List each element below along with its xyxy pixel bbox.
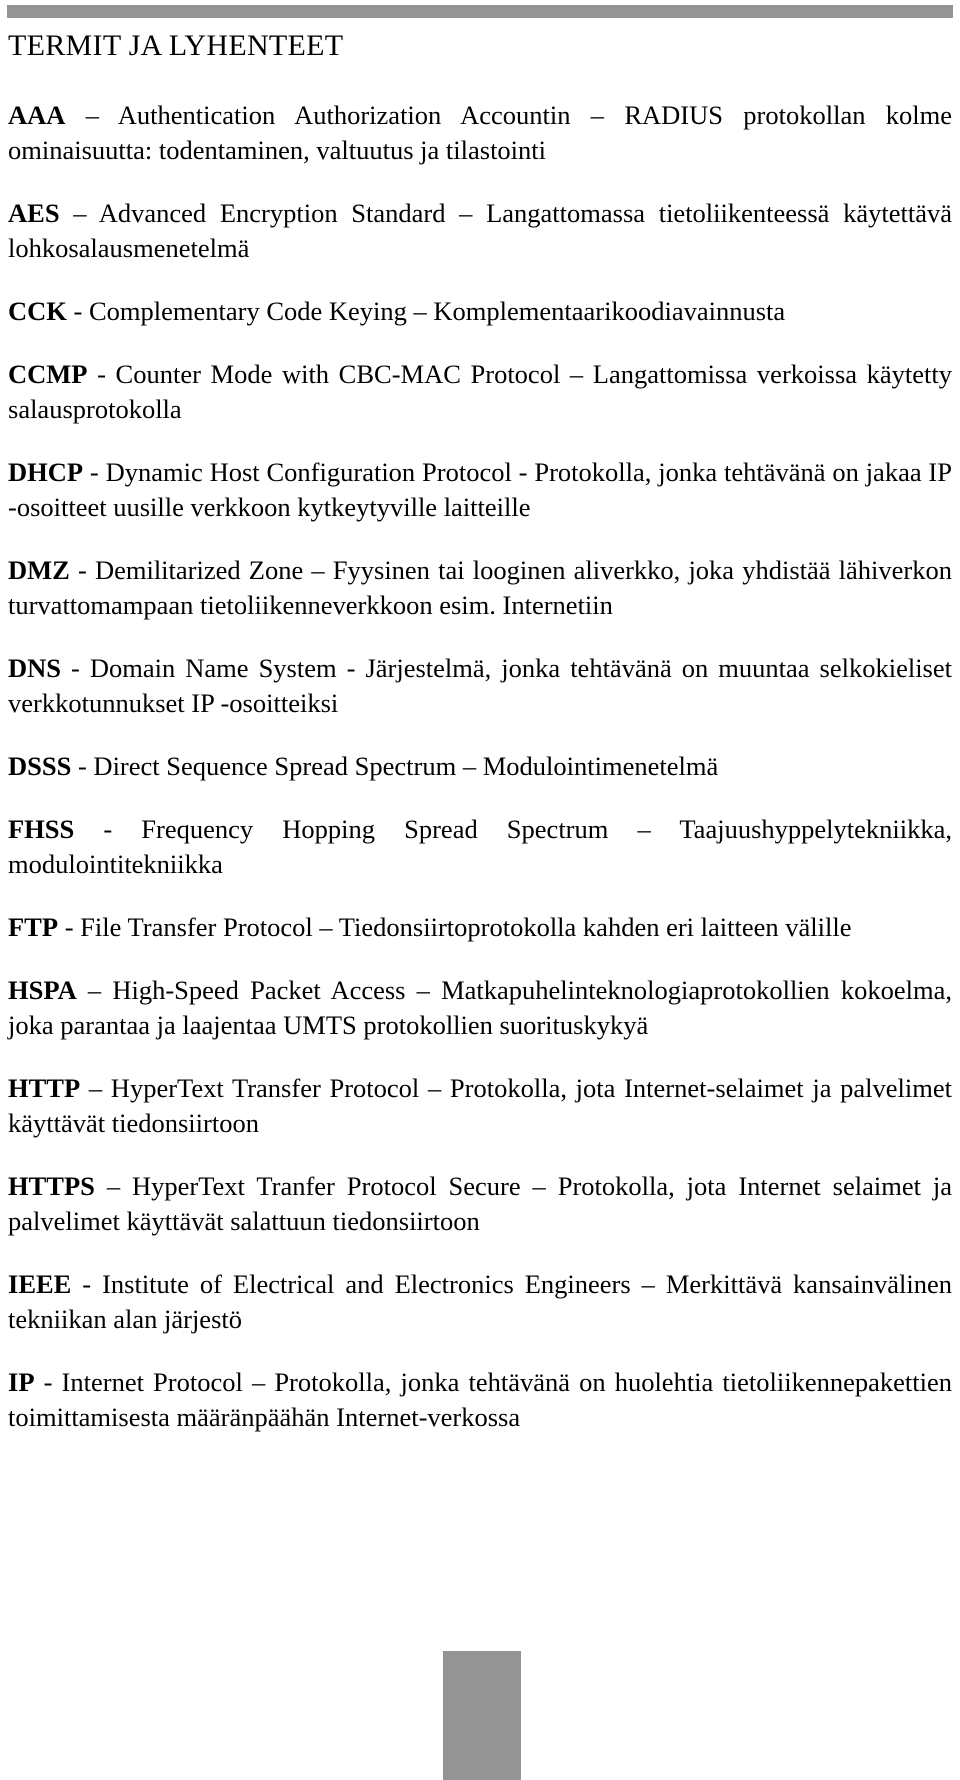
glossary-term: CCK — [8, 296, 67, 326]
glossary-entry: IEEE - Institute of Electrical and Elect… — [8, 1267, 952, 1337]
glossary-term: AES — [8, 198, 60, 228]
glossary-term: IEEE — [8, 1269, 72, 1299]
glossary-entry: IP - Internet Protocol – Protokolla, jon… — [8, 1365, 952, 1435]
glossary-definition: - Dynamic Host Configuration Protocol - … — [8, 457, 952, 522]
glossary-definition: - Institute of Electrical and Electronic… — [8, 1269, 952, 1334]
glossary-term: CCMP — [8, 359, 88, 389]
glossary-entry: HTTPS – HyperText Tranfer Protocol Secur… — [8, 1169, 952, 1239]
glossary-term: HSPA — [8, 975, 77, 1005]
glossary-term: HTTP — [8, 1073, 81, 1103]
glossary-entry: FTP - File Transfer Protocol – Tiedonsii… — [8, 910, 952, 945]
glossary-definition: – High-Speed Packet Access – Matkapuheli… — [8, 975, 952, 1040]
page-content: TERMIT JA LYHENTEET AAA – Authentication… — [8, 28, 952, 1435]
glossary-definition: - File Transfer Protocol – Tiedonsiirtop… — [58, 912, 852, 942]
glossary-definition: - Complementary Code Keying – Komplement… — [66, 296, 786, 326]
glossary-term: DSSS — [8, 751, 72, 781]
glossary-entry: CCMP - Counter Mode with CBC-MAC Protoco… — [8, 357, 952, 427]
glossary-term: AAA — [8, 100, 66, 130]
glossary-term: DNS — [8, 653, 62, 683]
glossary-entry: HTTP – HyperText Transfer Protocol – Pro… — [8, 1071, 952, 1141]
page-edge-artifact — [443, 1651, 521, 1780]
glossary-entry: CCK - Complementary Code Keying – Komple… — [8, 294, 952, 329]
glossary-definition: – HyperText Transfer Protocol – Protokol… — [8, 1073, 952, 1138]
glossary-definition: - Demilitarized Zone – Fyysinen tai loog… — [8, 555, 952, 620]
glossary-definition: – HyperText Tranfer Protocol Secure – Pr… — [8, 1171, 952, 1236]
top-rule-decoration — [7, 5, 953, 18]
glossary-entry: HSPA – High-Speed Packet Access – Matkap… — [8, 973, 952, 1043]
glossary-entry: AAA – Authentication Authorization Accou… — [8, 98, 952, 168]
glossary-entry: FHSS - Frequency Hopping Spread Spectrum… — [8, 812, 952, 882]
glossary-definition: – Advanced Encryption Standard – Langatt… — [8, 198, 952, 263]
glossary-definition: - Domain Name System - Järjestelmä, jonk… — [8, 653, 952, 718]
glossary-entry-list: AAA – Authentication Authorization Accou… — [8, 98, 952, 1435]
glossary-definition: - Internet Protocol – Protokolla, jonka … — [8, 1367, 952, 1432]
glossary-term: IP — [8, 1367, 35, 1397]
glossary-term: HTTPS — [8, 1171, 95, 1201]
glossary-term: DHCP — [8, 457, 84, 487]
glossary-entry: DSSS - Direct Sequence Spread Spectrum –… — [8, 749, 952, 784]
glossary-definition: - Counter Mode with CBC-MAC Protocol – L… — [8, 359, 952, 424]
glossary-definition: - Frequency Hopping Spread Spectrum – Ta… — [8, 814, 952, 879]
glossary-entry: DHCP - Dynamic Host Configuration Protoc… — [8, 455, 952, 525]
glossary-term: FHSS — [8, 814, 75, 844]
glossary-term: FTP — [8, 912, 59, 942]
glossary-entry: DNS - Domain Name System - Järjestelmä, … — [8, 651, 952, 721]
glossary-entry: DMZ - Demilitarized Zone – Fyysinen tai … — [8, 553, 952, 623]
glossary-definition: - Direct Sequence Spread Spectrum – Modu… — [71, 751, 719, 781]
page-title: TERMIT JA LYHENTEET — [8, 29, 344, 62]
document-page: TERMIT JA LYHENTEET AAA – Authentication… — [0, 0, 960, 1780]
glossary-entry: AES – Advanced Encryption Standard – Lan… — [8, 196, 952, 266]
glossary-term: DMZ — [8, 555, 70, 585]
glossary-definition: – Authentication Authorization Accountin… — [8, 100, 952, 165]
